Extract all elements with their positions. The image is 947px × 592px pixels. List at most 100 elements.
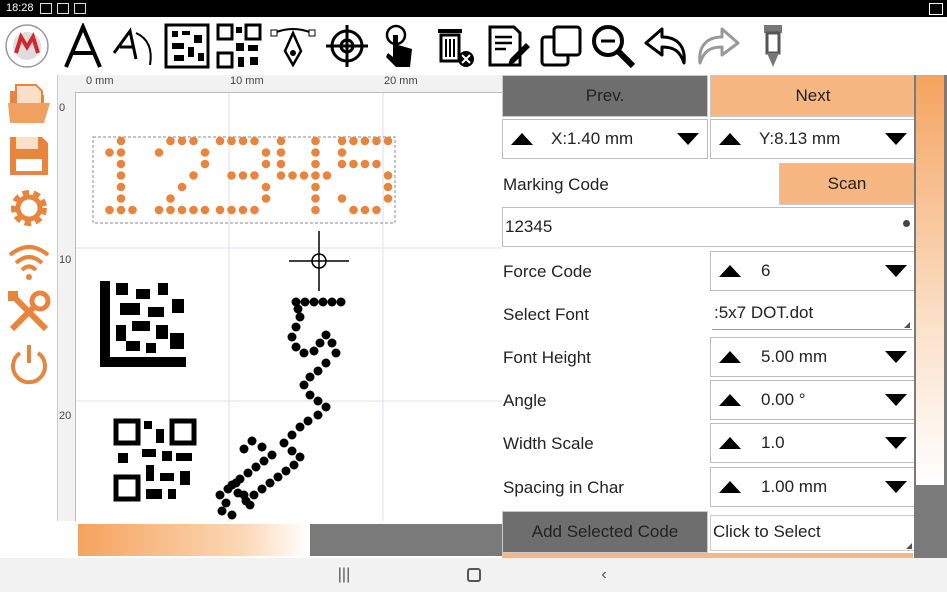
curved-text-dot xyxy=(287,430,297,440)
x-position-field[interactable]: X:1.40 mm xyxy=(502,119,708,159)
touch-select-tool-icon[interactable] xyxy=(374,19,424,73)
marking-dot xyxy=(261,148,271,157)
marking-dot xyxy=(261,182,271,192)
font-height-label: Font Height xyxy=(503,348,591,367)
marking-dot xyxy=(337,136,347,146)
font-height-decrement-icon[interactable] xyxy=(877,338,915,376)
next-button[interactable]: Next xyxy=(710,75,916,117)
marking-dot xyxy=(105,205,114,215)
zoom-tool-icon[interactable] xyxy=(588,19,638,73)
undo-tool-icon[interactable] xyxy=(640,19,690,73)
home-icon[interactable] xyxy=(462,564,486,586)
ruler-label-0mm: 0 mm xyxy=(86,75,114,87)
stamp-tool-icon[interactable] xyxy=(748,19,798,73)
text-tool-icon[interactable] xyxy=(58,19,108,73)
redo-tool-icon[interactable] xyxy=(694,19,744,73)
curved-text-dot xyxy=(313,410,323,420)
notification-icons xyxy=(40,3,91,17)
curved-text-dot xyxy=(313,366,323,376)
power-icon[interactable] xyxy=(4,339,54,389)
angle-label: Angle xyxy=(503,391,547,410)
marking-dot xyxy=(276,159,286,169)
y-increment-icon[interactable] xyxy=(711,120,749,158)
curved-text-dot xyxy=(243,468,253,478)
curved-text-dot xyxy=(305,372,315,382)
marking-dot xyxy=(276,136,286,146)
wireless-icon[interactable] xyxy=(4,235,54,285)
curved-text-dot xyxy=(303,416,313,426)
add-selected-code-button[interactable]: Add Selected Code xyxy=(502,511,708,553)
x-increment-icon[interactable] xyxy=(503,120,541,158)
scan-button[interactable]: Scan xyxy=(779,163,915,205)
y-decrement-icon[interactable] xyxy=(877,120,915,158)
force-code-increment-icon[interactable] xyxy=(711,252,749,290)
dot-text-12345 xyxy=(105,136,393,215)
open-folder-icon[interactable] xyxy=(4,79,54,129)
save-icon[interactable] xyxy=(4,131,54,181)
y-position-field[interactable]: Y:8.13 mm xyxy=(710,119,916,159)
datamatrix-tool-icon[interactable] xyxy=(162,19,212,73)
marking-dot xyxy=(116,171,126,180)
curved-text-dot xyxy=(295,312,305,322)
angle-value: 0.00 ° xyxy=(761,390,806,409)
curved-text-dot xyxy=(245,500,255,510)
font-height-increment-icon[interactable] xyxy=(711,338,749,376)
angle-increment-icon[interactable] xyxy=(711,381,749,419)
recent-apps-icon[interactable]: ||| xyxy=(332,564,356,586)
curved-text-dot xyxy=(309,346,319,356)
spacing-field[interactable]: 1.00 mm xyxy=(710,467,916,507)
marking-dot xyxy=(311,159,320,169)
marking-dot xyxy=(383,182,393,192)
horizontal-scroll-thumb[interactable] xyxy=(78,524,310,556)
vertical-scrollbar[interactable] xyxy=(914,75,947,558)
clear-input-icon[interactable] xyxy=(903,220,910,227)
curved-text-dot xyxy=(251,462,261,472)
marking-dot xyxy=(383,171,393,180)
qrcode-tool-icon[interactable] xyxy=(214,19,264,73)
crosshair-marker xyxy=(289,231,349,291)
curved-text-dot xyxy=(287,446,297,456)
force-code-decrement-icon[interactable] xyxy=(877,252,915,290)
marking-code-input[interactable]: 12345 xyxy=(502,207,915,247)
force-code-field[interactable]: 6 xyxy=(710,251,916,291)
marking-dot xyxy=(189,136,198,146)
code-select[interactable]: Click to Select xyxy=(710,515,915,551)
y-position-value: Y:8.13 mm xyxy=(759,129,841,148)
back-icon[interactable]: ‹ xyxy=(592,564,616,586)
angle-decrement-icon[interactable] xyxy=(877,381,915,419)
settings-gear-icon[interactable] xyxy=(4,183,54,233)
marking-dot xyxy=(349,159,358,169)
marking-dot xyxy=(189,205,198,215)
curved-text-dot xyxy=(279,438,289,448)
prev-button[interactable]: Prev. xyxy=(502,75,708,117)
spacing-increment-icon[interactable] xyxy=(711,468,749,506)
marking-dot xyxy=(200,159,210,169)
marking-dot xyxy=(177,205,187,215)
font-height-field[interactable]: 5.00 mm xyxy=(710,337,916,377)
bezier-pen-tool-icon[interactable] xyxy=(268,19,318,73)
font-select[interactable]: :5x7 DOT.dot xyxy=(712,301,912,330)
edit-document-tool-icon[interactable] xyxy=(482,19,532,73)
ruler-label-v20: 20 xyxy=(59,410,72,422)
center-target-tool-icon[interactable] xyxy=(322,19,372,73)
width-scale-decrement-icon[interactable] xyxy=(877,424,915,462)
vertical-scroll-thumb[interactable] xyxy=(916,75,944,485)
spacing-decrement-icon[interactable] xyxy=(877,468,915,506)
copy-tool-icon[interactable] xyxy=(536,19,586,73)
x-decrement-icon[interactable] xyxy=(669,120,707,158)
horizontal-ruler: 0 mm 10 mm 20 mm xyxy=(58,75,503,93)
toolbar xyxy=(0,17,947,75)
width-scale-increment-icon[interactable] xyxy=(711,424,749,462)
design-canvas[interactable]: 0 mm 10 mm 20 mm 0 10 20 xyxy=(57,75,503,521)
angle-field[interactable]: 0.00 ° xyxy=(710,380,916,420)
marking-dot xyxy=(383,136,393,146)
width-scale-field[interactable]: 1.0 xyxy=(710,423,916,463)
tools-wrench-icon[interactable] xyxy=(4,287,54,337)
curved-text-dot xyxy=(217,506,227,516)
arc-text-tool-icon[interactable] xyxy=(108,19,158,73)
marking-dot xyxy=(337,159,347,169)
delete-tool-icon[interactable] xyxy=(428,19,478,73)
marking-dot xyxy=(116,148,126,157)
horizontal-scrollbar[interactable] xyxy=(78,524,502,556)
properties-panel: Prev. Next X:1.40 mm Y:8.13 mm Marking C… xyxy=(502,75,916,558)
